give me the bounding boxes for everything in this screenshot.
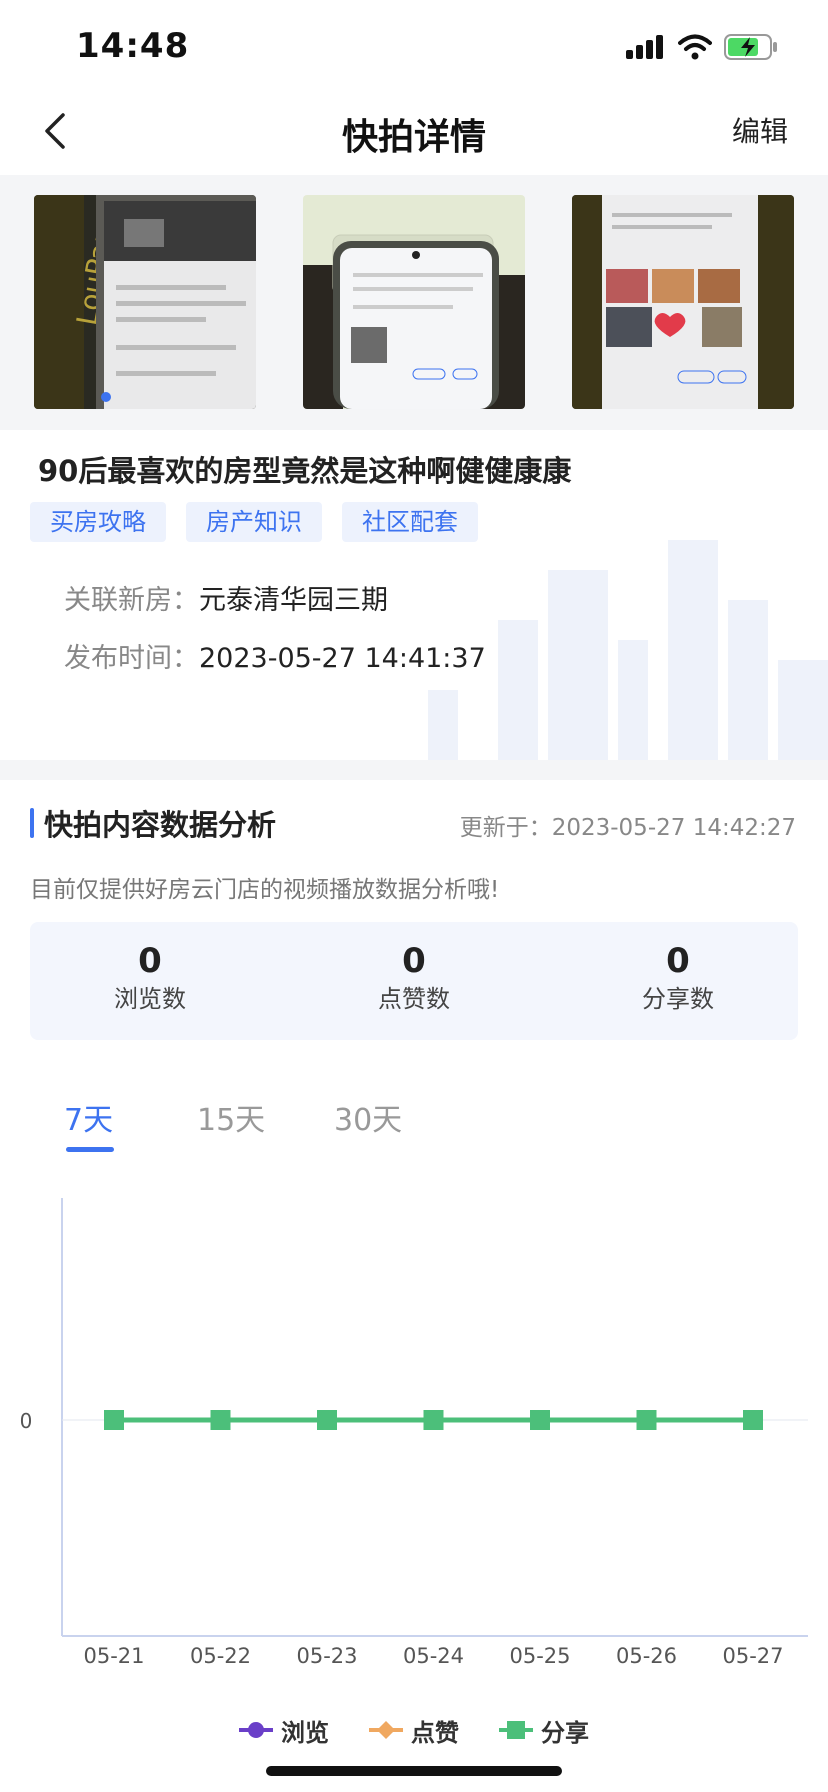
x-tick-label: 05-26 xyxy=(616,1644,677,1668)
photo-thumbnail[interactable] xyxy=(572,195,794,409)
signal-icon xyxy=(626,35,663,59)
battery-charging-icon xyxy=(724,34,777,60)
stat-value: 0 xyxy=(138,941,162,981)
x-tick-label: 05-21 xyxy=(83,1644,144,1668)
legend-marker-square xyxy=(499,1721,533,1739)
x-tick-label: 05-25 xyxy=(509,1644,570,1668)
status-icons xyxy=(626,30,778,64)
tag-list: 买房攻略 房产知识 社区配套 xyxy=(30,502,478,542)
data-point xyxy=(636,1410,657,1430)
tab-15-days[interactable]: 15天 xyxy=(197,1095,265,1139)
related-house-value[interactable]: 元泰清华园三期 xyxy=(199,585,388,616)
legend-item-share[interactable]: 分享 xyxy=(499,1710,589,1750)
stat-value: 0 xyxy=(402,941,426,981)
photo-gallery: LouPan xyxy=(0,175,828,430)
edit-button[interactable]: 编辑 xyxy=(732,110,788,150)
wifi-icon xyxy=(678,34,712,60)
data-point xyxy=(530,1410,550,1430)
stat-label: 分享数 xyxy=(642,985,714,1013)
tag-chip[interactable]: 社区配套 xyxy=(342,502,478,542)
data-point xyxy=(210,1410,231,1430)
x-tick-label: 05-27 xyxy=(722,1644,783,1668)
chart-legend: 浏览 点赞 分享 xyxy=(0,1710,828,1750)
data-point xyxy=(104,1410,124,1430)
section-divider xyxy=(0,760,828,780)
tab-7-days[interactable]: 7天 xyxy=(64,1095,113,1139)
tag-chip[interactable]: 房产知识 xyxy=(186,502,322,542)
legend-label: 浏览 xyxy=(281,1718,329,1747)
back-button[interactable] xyxy=(30,106,80,156)
update-time: 更新于：2023-05-27 14:42:27 xyxy=(459,815,796,841)
analysis-note: 目前仅提供好房云门店的视频播放数据分析哦! xyxy=(30,877,500,903)
stats-summary: 0 浏览数 0 点赞数 0 分享数 xyxy=(30,922,798,1040)
publish-time-value: 2023-05-27 14:41:37 xyxy=(199,643,486,674)
legend-item-like[interactable]: 点赞 xyxy=(369,1710,459,1750)
status-bar: 14:48 xyxy=(0,0,828,90)
publish-time-row: 发布时间：2023-05-27 14:41:37 xyxy=(64,636,486,675)
data-point xyxy=(743,1410,763,1430)
status-time: 14:48 xyxy=(76,26,190,66)
data-point xyxy=(423,1410,444,1430)
stat-shares: 0 分享数 xyxy=(578,940,778,1016)
legend-marker-diamond xyxy=(369,1721,403,1739)
page-title: 快拍详情 xyxy=(341,117,486,158)
publish-time-label: 发布时间： xyxy=(64,643,199,674)
photo-thumbnail[interactable]: LouPan xyxy=(34,195,256,409)
legend-label: 点赞 xyxy=(411,1718,459,1747)
stat-likes: 0 点赞数 xyxy=(314,940,514,1016)
post-title: 90后最喜欢的房型竟然是这种啊健健康康 xyxy=(38,454,572,488)
stat-label: 浏览数 xyxy=(114,985,186,1013)
home-indicator xyxy=(266,1766,562,1776)
section-accent-bar xyxy=(30,808,34,838)
tag-chip[interactable]: 买房攻略 xyxy=(30,502,166,542)
data-point xyxy=(317,1410,337,1430)
stat-label: 点赞数 xyxy=(378,985,450,1013)
x-tick-label: 05-22 xyxy=(190,1644,251,1668)
related-house-label: 关联新房： xyxy=(64,585,199,616)
post-detail: 90后最喜欢的房型竟然是这种啊健健康康 买房攻略 房产知识 社区配套 关联新房：… xyxy=(0,430,828,760)
legend-marker-circle xyxy=(239,1722,273,1738)
analysis-title: 快拍内容数据分析 xyxy=(44,808,277,842)
related-house-row: 关联新房：元泰清华园三期 xyxy=(64,578,388,617)
y-tick-label: 0 xyxy=(20,1409,33,1433)
active-tab-indicator xyxy=(66,1147,114,1152)
legend-label: 分享 xyxy=(541,1718,589,1747)
x-tick-label: 05-24 xyxy=(403,1644,464,1668)
legend-item-browse[interactable]: 浏览 xyxy=(239,1710,329,1750)
nav-bar: 快拍详情 编辑 xyxy=(0,90,828,174)
photo-thumbnail[interactable] xyxy=(303,195,525,409)
range-tabs: 7天 15天 30天 xyxy=(0,1095,828,1155)
stat-value: 0 xyxy=(666,941,690,981)
stat-views: 0 浏览数 xyxy=(50,940,250,1016)
chevron-left-icon xyxy=(45,113,65,149)
x-tick-label: 05-23 xyxy=(296,1644,357,1668)
trend-chart: 0 05-21 05-22 05-23 05-24 05-25 05-26 05-27 xyxy=(20,1198,808,1668)
tab-30-days[interactable]: 30天 xyxy=(334,1095,402,1139)
